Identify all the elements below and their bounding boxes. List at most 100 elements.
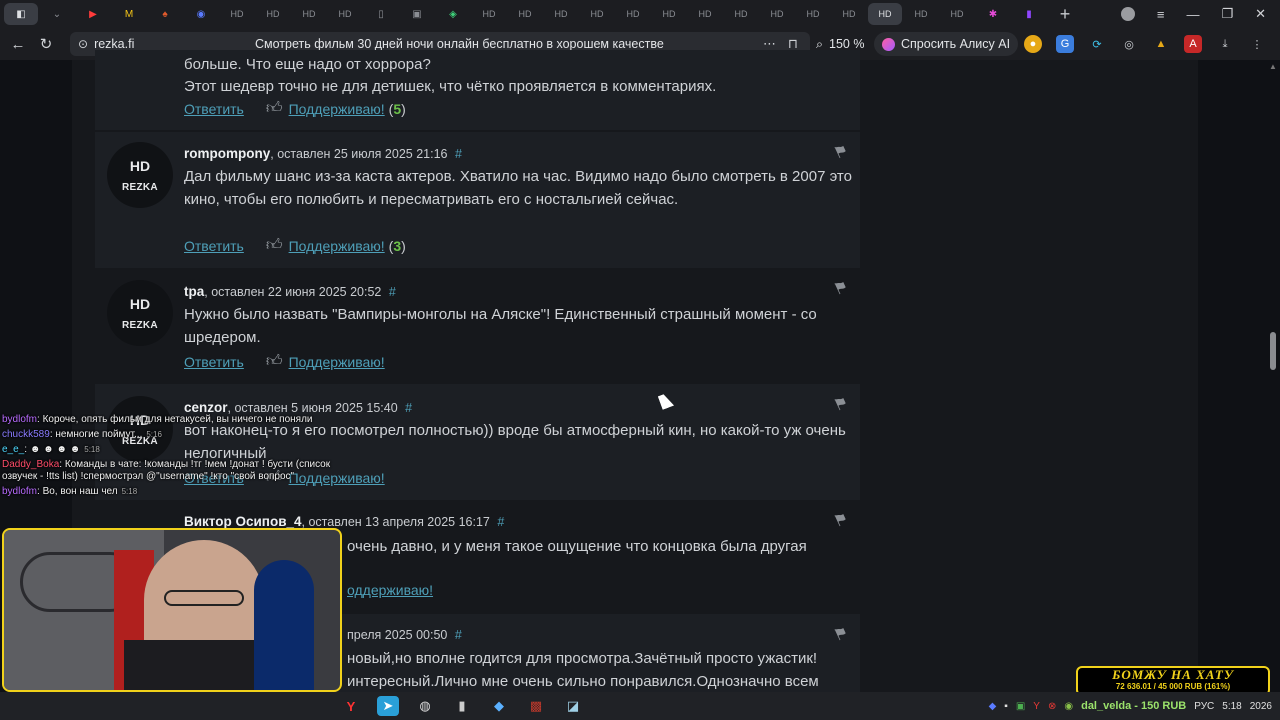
comment-author[interactable]: cenzor	[184, 400, 228, 415]
comment-permalink[interactable]: #	[389, 285, 396, 299]
extension-icon[interactable]: ⟳	[1088, 35, 1106, 53]
tab-hd-6[interactable]: HD	[508, 3, 542, 25]
tray-icon[interactable]: ◆	[989, 701, 997, 712]
clock-time[interactable]: 5:18	[1222, 701, 1241, 712]
reply-link[interactable]: Ответить	[184, 354, 244, 370]
window-menu-icon[interactable]: ◧	[4, 3, 38, 25]
profile-avatar-icon[interactable]	[1120, 7, 1135, 21]
tab-strip: ◧ ⌄ ▶ M ♠ ◉ HD HD HD HD ▯ ▣ ◈ HD HD HD H…	[0, 0, 1280, 28]
thumbs-up-icon[interactable]: 👍︎	[266, 352, 283, 371]
minimize-icon[interactable]: —	[1186, 7, 1199, 22]
tab-icon[interactable]: ♠	[148, 3, 182, 25]
language-indicator[interactable]: РУС	[1194, 701, 1214, 712]
yandex-browser-icon[interactable]: Y	[340, 696, 362, 716]
tab-icon[interactable]: ▣	[400, 3, 434, 25]
tab-icon[interactable]: ◈	[436, 3, 470, 25]
support-link[interactable]: Поддерживаю!	[289, 101, 385, 117]
comment-permalink[interactable]: #	[455, 147, 462, 161]
scrollbar-thumb[interactable]	[1270, 332, 1276, 370]
report-icon[interactable]: ⚑	[830, 508, 851, 532]
app-icon[interactable]: ▮	[451, 696, 473, 716]
tray-icon[interactable]: ▣	[1016, 701, 1025, 712]
support-link[interactable]: Поддерживаю!	[289, 238, 385, 254]
extensions-menu-icon[interactable]: ⋮	[1248, 35, 1266, 53]
extension-icon[interactable]: ●	[1024, 35, 1042, 53]
extension-icon[interactable]: A	[1184, 35, 1202, 53]
tray-icon[interactable]: ▪	[1004, 701, 1008, 712]
reload-icon[interactable]: ↻	[32, 35, 60, 53]
reply-link[interactable]: Ответить	[184, 101, 244, 117]
thumbs-up-icon[interactable]: 👍︎	[266, 236, 283, 255]
comment-author[interactable]: Виктор Осипов_4	[184, 514, 302, 529]
reply-link[interactable]: Ответить	[184, 238, 244, 254]
tab-hd-13[interactable]: HD	[760, 3, 794, 25]
support-link[interactable]: оддерживаю!	[347, 582, 433, 598]
comment-permalink[interactable]: #	[455, 628, 462, 642]
close-icon[interactable]: ✕	[1255, 6, 1266, 22]
comment-permalink[interactable]: #	[497, 515, 504, 529]
tab-hd-2[interactable]: HD	[256, 3, 290, 25]
avatar-hd-label: HD	[129, 295, 151, 312]
mail-tab-icon[interactable]: M	[112, 3, 146, 25]
doll-figure	[254, 560, 314, 690]
app-icon[interactable]: ▩	[525, 696, 547, 716]
tab-hd-8[interactable]: HD	[580, 3, 614, 25]
obs-icon[interactable]: ◍	[414, 696, 436, 716]
tab-hd-11[interactable]: HD	[688, 3, 722, 25]
youtube-tab-icon[interactable]: ▶	[76, 3, 110, 25]
tab-hd-9[interactable]: HD	[616, 3, 650, 25]
comment-date: преля 2025 00:50	[347, 628, 448, 642]
tab-icon[interactable]: ◉	[184, 3, 218, 25]
thumbs-up-icon[interactable]: 👍︎	[266, 99, 283, 118]
tray-icon[interactable]: ◉	[1064, 701, 1073, 712]
avatar: HD REZKA	[107, 142, 173, 208]
support-link[interactable]: Поддерживаю!	[289, 354, 385, 370]
ask-alice-button[interactable]: Спросить Алису AI	[874, 32, 1019, 56]
tab-hd-15[interactable]: HD	[832, 3, 866, 25]
back-icon[interactable]: ←	[4, 36, 32, 53]
tab-hd-17[interactable]: HD	[940, 3, 974, 25]
translate-extension-icon[interactable]: G	[1056, 35, 1074, 53]
report-icon[interactable]: ⚑	[830, 140, 851, 164]
comment-actions: Ответить 👍︎ Поддерживаю! (3)	[184, 236, 406, 255]
report-icon[interactable]: ⚑	[830, 276, 851, 300]
page-scrollbar[interactable]: ▲	[1266, 60, 1280, 692]
chat-timestamp: 5:18	[121, 487, 138, 496]
restore-icon[interactable]: ❐	[1221, 6, 1233, 22]
menu-icon[interactable]: ≡	[1157, 7, 1165, 22]
tab-hd-4[interactable]: HD	[328, 3, 362, 25]
scroll-up-icon[interactable]: ▲	[1269, 62, 1277, 71]
extension-icon[interactable]: ▲	[1152, 35, 1170, 53]
tab-hd-active[interactable]: HD	[868, 3, 902, 25]
comment-permalink[interactable]: #	[405, 401, 412, 415]
comment-author[interactable]: tpa	[184, 284, 204, 299]
tab-hd-5[interactable]: HD	[472, 3, 506, 25]
tab-hd-1[interactable]: HD	[220, 3, 254, 25]
comment-author[interactable]: rompompony	[184, 146, 270, 161]
app-icon[interactable]: ◪	[562, 696, 584, 716]
report-icon[interactable]: ⚑	[830, 622, 851, 646]
tab-hd-7[interactable]: HD	[544, 3, 578, 25]
extension-icon[interactable]: ◎	[1120, 35, 1138, 53]
comment-meta: cenzor, оставлен 5 июня 2025 15:40 #	[184, 400, 413, 415]
tab-hd-12[interactable]: HD	[724, 3, 758, 25]
document-tab-icon[interactable]: ▯	[364, 3, 398, 25]
tab-hd-3[interactable]: HD	[292, 3, 326, 25]
twitch-tab-icon[interactable]: ▮	[1012, 3, 1046, 25]
tray-icon[interactable]: Y	[1033, 701, 1040, 712]
tab-hd-10[interactable]: HD	[652, 3, 686, 25]
alice-label: Спросить Алису AI	[901, 37, 1011, 51]
chat-message: e_e_: ☻ ☻ ☻ ☻ 5:18	[2, 444, 100, 455]
report-icon[interactable]: ⚑	[830, 392, 851, 416]
site-info-icon[interactable]: ⊙	[78, 37, 88, 51]
support-count: (5)	[388, 100, 406, 117]
tabs-dropdown-icon[interactable]: ⌄	[40, 3, 74, 25]
new-tab-button[interactable]: +	[1054, 3, 1076, 25]
app-icon[interactable]: ◆	[488, 696, 510, 716]
tab-hd-14[interactable]: HD	[796, 3, 830, 25]
tray-icon[interactable]: ⊗	[1048, 701, 1056, 712]
telegram-icon[interactable]: ➤	[377, 696, 399, 716]
download-icon[interactable]: ⤓	[1216, 35, 1234, 53]
tab-icon[interactable]: ✱	[976, 3, 1010, 25]
tab-hd-16[interactable]: HD	[904, 3, 938, 25]
